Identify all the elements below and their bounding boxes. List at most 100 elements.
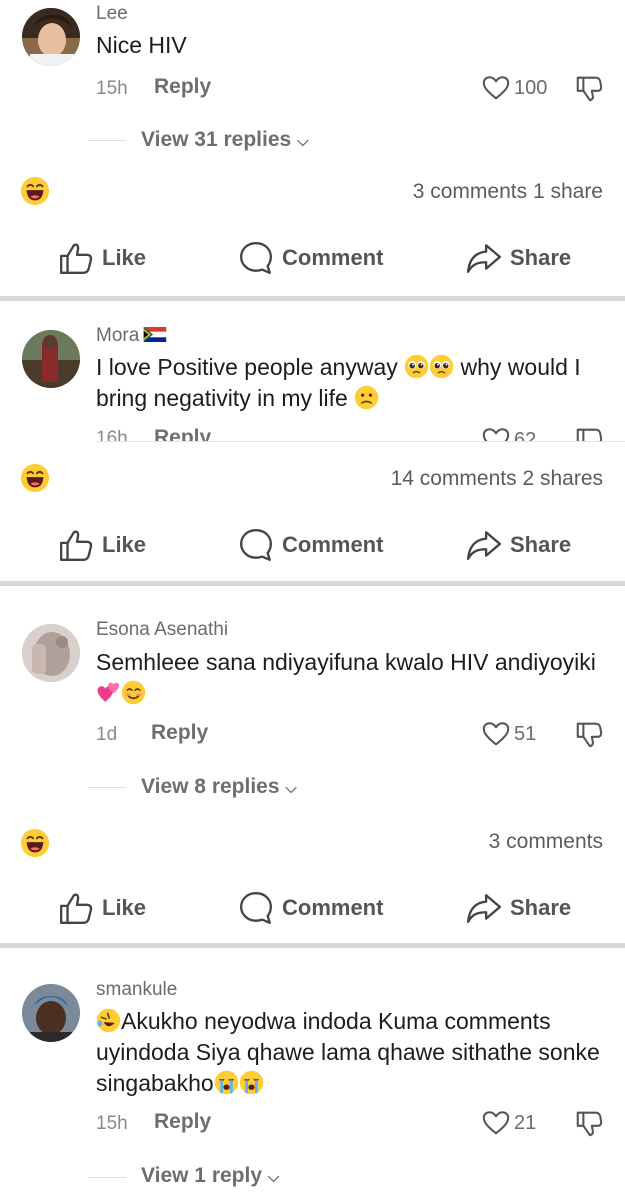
replies-divider bbox=[88, 140, 126, 141]
view-replies-button[interactable]: View 8 replies ⌵ bbox=[141, 775, 297, 799]
replies-divider bbox=[88, 787, 126, 788]
post-counts[interactable]: 3 comments 1 share bbox=[413, 180, 603, 204]
thumbs-down-icon bbox=[574, 719, 604, 749]
thumbs-down-icon bbox=[574, 1108, 604, 1138]
avatar[interactable] bbox=[22, 624, 80, 682]
post-1: Lee Nice HIV 15h Reply 100 View 31 repli… bbox=[0, 0, 625, 296]
share-action-button[interactable]: Share bbox=[466, 240, 571, 276]
like-count: 21 bbox=[514, 1111, 537, 1134]
share-action-label: Share bbox=[510, 895, 572, 920]
comment-action-label: Comment bbox=[282, 245, 384, 270]
like-action-label: Like bbox=[102, 532, 147, 557]
comment-username[interactable]: Esona Asenathi bbox=[96, 619, 228, 641]
speech-bubble-icon bbox=[238, 890, 274, 926]
comment-text-part-1: I love Positive people anyway bbox=[96, 354, 398, 380]
comment-action-label: Comment bbox=[282, 532, 384, 557]
post-counts[interactable]: 14 comments 2 shares bbox=[391, 467, 603, 491]
view-replies-button[interactable]: View 1 reply ⌵ bbox=[141, 1164, 279, 1188]
view-replies-label: View 8 replies bbox=[141, 775, 280, 798]
chevron-down-icon: ⌵ bbox=[285, 780, 297, 797]
avatar[interactable] bbox=[22, 984, 80, 1042]
replies-divider bbox=[88, 1177, 126, 1178]
share-action-label: Share bbox=[510, 245, 572, 270]
comment-text: Nice HIV bbox=[96, 32, 187, 58]
comment-action-button[interactable]: Comment bbox=[238, 527, 383, 563]
post-counts[interactable]: 3 comments bbox=[489, 830, 603, 854]
south-africa-flag-icon bbox=[144, 327, 167, 342]
comment-like-button[interactable]: 51 bbox=[481, 719, 536, 749]
sobbing-face-icon bbox=[239, 1070, 264, 1095]
like-count: 62 bbox=[514, 428, 537, 442]
comment-action-label: Comment bbox=[282, 895, 384, 920]
dislike-button[interactable] bbox=[574, 1108, 604, 1143]
comment-text-body: Semhleee sana ndiyayifuna kwalo HIV andi… bbox=[96, 649, 596, 675]
like-action-button[interactable]: Like bbox=[58, 890, 146, 926]
reply-button[interactable]: Reply bbox=[154, 75, 211, 99]
thumbs-up-icon bbox=[58, 240, 94, 276]
comment-action-button[interactable]: Comment bbox=[238, 240, 383, 276]
clipped-meta-row: 16h Reply 62 bbox=[0, 423, 625, 441]
smiling-face-icon bbox=[121, 680, 146, 705]
chevron-down-icon: ⌵ bbox=[297, 133, 309, 150]
comment-action-button[interactable]: Comment bbox=[238, 890, 383, 926]
comment-time: 16h bbox=[96, 428, 128, 441]
dislike-button[interactable] bbox=[574, 719, 604, 754]
share-arrow-icon bbox=[466, 240, 502, 276]
reply-button[interactable]: Reply bbox=[151, 721, 208, 745]
comment-username[interactable]: Mora bbox=[96, 325, 167, 347]
heart-icon bbox=[481, 425, 511, 441]
dislike-button[interactable] bbox=[574, 73, 604, 108]
laughing-emoji-icon[interactable] bbox=[20, 828, 50, 858]
speech-bubble-icon bbox=[238, 527, 274, 563]
comment-like-button[interactable]: 100 bbox=[481, 73, 547, 103]
comment-text: Semhleee sana ndiyayifuna kwalo HIV andi… bbox=[96, 647, 605, 709]
like-count: 100 bbox=[514, 76, 548, 99]
comment-time: 15h bbox=[96, 1113, 128, 1134]
like-action-label: Like bbox=[102, 895, 147, 920]
comment-text-body: Akukho neyodwa indoda Kuma comments uyin… bbox=[96, 1008, 600, 1096]
speech-bubble-icon bbox=[238, 240, 274, 276]
username-label: Mora bbox=[96, 325, 140, 346]
share-action-button[interactable]: Share bbox=[466, 890, 571, 926]
like-action-button[interactable]: Like bbox=[58, 527, 146, 563]
like-action-button[interactable]: Like bbox=[58, 240, 146, 276]
avatar[interactable] bbox=[22, 8, 80, 66]
pleading-face-icon bbox=[429, 354, 454, 379]
comment-like-button[interactable]: 21 bbox=[481, 1108, 536, 1138]
laughing-emoji-icon[interactable] bbox=[20, 463, 50, 493]
comment-like-button[interactable]: 62 bbox=[481, 425, 536, 441]
comment-text: Akukho neyodwa indoda Kuma comments uyin… bbox=[96, 1006, 605, 1099]
view-replies-label: View 1 reply bbox=[141, 1164, 263, 1187]
post-4: smankule Akukho neyodwa indoda Kuma comm… bbox=[0, 948, 625, 1200]
view-replies-button[interactable]: View 31 replies ⌵ bbox=[141, 128, 308, 152]
heart-icon bbox=[481, 1108, 511, 1138]
thumbs-down-icon bbox=[574, 73, 604, 103]
like-count: 51 bbox=[514, 722, 537, 745]
share-arrow-icon bbox=[466, 527, 502, 563]
heart-icon bbox=[481, 73, 511, 103]
comment-username[interactable]: Lee bbox=[96, 3, 128, 25]
confused-face-icon bbox=[354, 385, 379, 410]
post-2: Mora I love Positive people anyway why w… bbox=[0, 301, 625, 581]
like-action-label: Like bbox=[102, 245, 147, 270]
laughing-emoji-icon[interactable] bbox=[20, 176, 50, 206]
avatar[interactable] bbox=[22, 330, 80, 388]
dislike-button[interactable] bbox=[574, 425, 604, 441]
share-action-label: Share bbox=[510, 532, 572, 557]
view-replies-label: View 31 replies bbox=[141, 128, 292, 151]
rofl-emoji-icon bbox=[96, 1008, 121, 1033]
two-hearts-icon bbox=[96, 680, 121, 705]
comment-username[interactable]: smankule bbox=[96, 979, 177, 1001]
thumbs-up-icon bbox=[58, 890, 94, 926]
post-3: Esona Asenathi Semhleee sana ndiyayifuna… bbox=[0, 586, 625, 943]
comment-time: 15h bbox=[96, 78, 128, 99]
comment-time: 1d bbox=[96, 724, 118, 745]
heart-icon bbox=[481, 719, 511, 749]
reply-button[interactable]: Reply bbox=[154, 426, 211, 441]
share-action-button[interactable]: Share bbox=[466, 527, 571, 563]
pleading-face-icon bbox=[404, 354, 429, 379]
reply-button[interactable]: Reply bbox=[154, 1110, 211, 1134]
chevron-down-icon: ⌵ bbox=[267, 1169, 280, 1186]
share-arrow-icon bbox=[466, 890, 502, 926]
sobbing-face-icon bbox=[214, 1070, 239, 1095]
